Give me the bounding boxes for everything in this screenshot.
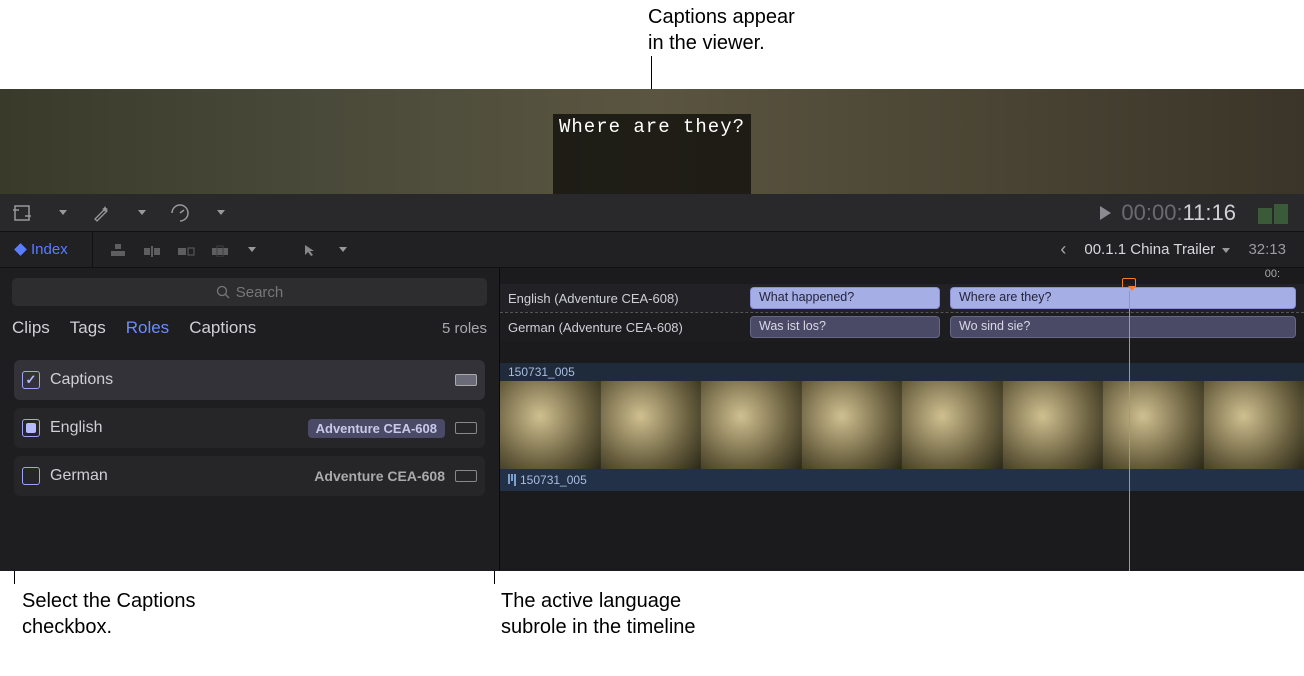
role-label: Captions [50, 371, 113, 389]
index-sidebar: Search Clips Tags Roles Captions 5 roles… [0, 268, 500, 571]
chevron-down-icon [248, 247, 256, 252]
format-label: Adventure CEA-608 [314, 468, 445, 484]
diamond-icon [14, 243, 27, 256]
role-label: English [50, 419, 102, 437]
tab-roles[interactable]: Roles [126, 318, 169, 338]
tab-tags[interactable]: Tags [70, 318, 106, 338]
caption-clip[interactable]: What happened? [750, 287, 940, 309]
callout-viewer: Captions appear in the viewer. [648, 4, 795, 56]
viewer-caption-overlay: Where are they? [553, 114, 751, 194]
audio-waveform-icon [508, 474, 516, 486]
role-label: German [50, 467, 108, 485]
project-duration: 32:13 [1248, 241, 1286, 258]
caption-clip[interactable]: Where are they? [950, 287, 1296, 309]
timeline-ruler[interactable]: 00: [500, 268, 1304, 284]
caption-clip[interactable]: Wo sind sie? [950, 316, 1296, 338]
callout-active-subrole: The active language subrole in the timel… [501, 588, 696, 640]
ruler-label: 00: [1265, 268, 1280, 280]
caption-lane-english[interactable]: English (Adventure CEA-608) What happene… [500, 284, 1304, 312]
tab-captions[interactable]: Captions [189, 318, 256, 338]
chevron-down-icon [59, 210, 67, 215]
chevron-down-icon [217, 210, 225, 215]
connect-clip-icon[interactable] [109, 243, 127, 257]
roles-list: Captions English Adventure CEA-608 Germa… [0, 346, 499, 496]
format-badge: Adventure CEA-608 [308, 419, 445, 438]
lane-toggle-icon[interactable] [455, 374, 477, 386]
callout-captions-checkbox: Select the Captions checkbox. [22, 588, 195, 640]
search-icon [216, 285, 230, 299]
lane-label: German (Adventure CEA-608) [508, 320, 683, 335]
captions-checkbox[interactable] [22, 371, 40, 389]
back-chevron-icon[interactable]: ‹ [1060, 239, 1066, 260]
index-button[interactable]: Index [0, 232, 93, 267]
project-title[interactable]: 00.1.1 China Trailer [1084, 241, 1230, 258]
audio-track[interactable]: 150731_005 [500, 469, 1304, 491]
edit-tools-group [93, 243, 363, 257]
app-window: Where are they? 00:00:11:16 Index [0, 89, 1304, 571]
enhance-tool-menu[interactable] [91, 203, 111, 223]
german-checkbox[interactable] [22, 467, 40, 485]
index-label: Index [31, 241, 68, 258]
search-input[interactable]: Search [12, 278, 487, 306]
lane-label: English (Adventure CEA-608) [508, 291, 679, 306]
role-row-english[interactable]: English Adventure CEA-608 [14, 408, 485, 448]
play-icon[interactable] [1100, 206, 1111, 220]
append-clip-icon[interactable] [177, 243, 195, 257]
timecode-bright: 11:16 [1183, 200, 1236, 225]
timeline[interactable]: 00: English (Adventure CEA-608) What hap… [500, 268, 1304, 571]
chevron-down-icon [339, 247, 347, 252]
role-row-captions[interactable]: Captions [14, 360, 485, 400]
caption-clip[interactable]: Was ist los? [750, 316, 940, 338]
timecode-dim: 00:00: [1121, 200, 1182, 225]
playhead-line[interactable] [1129, 291, 1130, 571]
video-clip-label: 150731_005 [500, 363, 1304, 381]
lane-toggle-icon[interactable] [455, 470, 477, 482]
main-area: Search Clips Tags Roles Captions 5 roles… [0, 268, 1304, 571]
video-track[interactable]: 150731_005 150731_005 [500, 363, 1304, 491]
english-checkbox[interactable] [22, 419, 40, 437]
crop-tool-menu[interactable] [12, 203, 32, 223]
chevron-down-icon [138, 210, 146, 215]
overwrite-clip-menu[interactable] [211, 243, 229, 257]
roles-count: 5 roles [442, 320, 487, 337]
lane-toggle-icon[interactable] [455, 422, 477, 434]
insert-clip-icon[interactable] [143, 243, 161, 257]
arrow-tool-menu[interactable] [302, 243, 320, 257]
main-toolbar: 00:00:11:16 [0, 194, 1304, 232]
playhead-marker[interactable] [1122, 278, 1136, 288]
index-tabs: Clips Tags Roles Captions 5 roles [0, 314, 499, 346]
caption-lane-german[interactable]: German (Adventure CEA-608) Was ist los? … [500, 313, 1304, 341]
search-placeholder: Search [236, 284, 284, 301]
audio-clip-label: 150731_005 [520, 473, 587, 487]
timecode-display[interactable]: 00:00:11:16 [1100, 200, 1292, 226]
retime-tool-menu[interactable] [170, 203, 190, 223]
tab-clips[interactable]: Clips [12, 318, 50, 338]
timeline-toolbar: Index ‹ 00.1.1 China Trailer 32:13 [0, 232, 1304, 268]
thumbnail-strip[interactable] [500, 381, 1304, 469]
chevron-down-icon [1222, 248, 1230, 253]
role-row-german[interactable]: German Adventure CEA-608 [14, 456, 485, 496]
viewer: Where are they? [0, 89, 1304, 194]
audio-meter[interactable] [1258, 202, 1288, 224]
